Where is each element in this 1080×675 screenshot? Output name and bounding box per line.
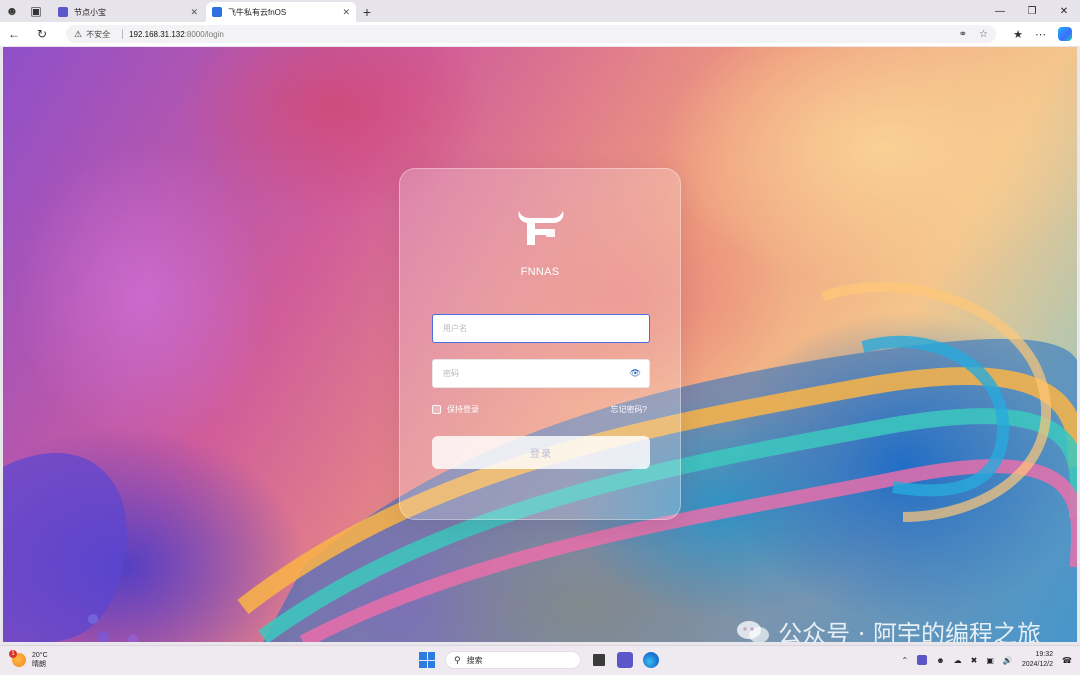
warning-icon: ⚠ — [74, 28, 83, 39]
password-input[interactable] — [441, 368, 626, 379]
browser-address-bar: ← ↻ ⚠ 不安全 192.168.31.132 :8000/login ⚭ ☆… — [0, 22, 1080, 46]
network-icon[interactable]: ▣ — [986, 656, 994, 665]
weather-desc: 晴朗 — [32, 661, 46, 668]
watermark: 公众号 · 阿宇的编程之旅 — [736, 614, 1041, 642]
login-button[interactable]: 登录 — [432, 436, 650, 469]
notification-bell-icon[interactable]: ☎ — [1062, 656, 1072, 665]
fnos-favicon-icon — [212, 7, 222, 17]
login-page-background: FNNAS 👁 保持登录 忘记密码? 登录 公众号 · 阿宇的编程之旅 — [3, 47, 1077, 642]
weather-badge: 1 — [9, 650, 17, 658]
forgot-password-link[interactable]: 忘记密码? — [611, 404, 647, 415]
close-tab-icon[interactable]: ✕ — [190, 7, 198, 18]
windows-taskbar: 1 20°C 晴朗 ⚲ 搜索 ⌃ ☻ ☁ ✖ ▣ 🔊 19:32 2024/12… — [0, 645, 1080, 675]
remember-checkbox[interactable] — [432, 405, 441, 414]
url-divider — [122, 29, 124, 39]
edge-browser-icon[interactable] — [643, 652, 659, 668]
url-path: :8000/login — [184, 29, 224, 39]
weather-temp: 20°C — [32, 652, 48, 659]
refresh-button[interactable]: ↻ — [28, 22, 56, 46]
watermark-text: 公众号 · 阿宇的编程之旅 — [778, 620, 1041, 642]
copilot-icon[interactable] — [1058, 27, 1072, 41]
sun-icon: 1 — [9, 650, 26, 667]
translate-icon[interactable]: ⚭ — [959, 29, 967, 40]
clock-date: 2024/12/2 — [1021, 661, 1054, 668]
tab-title: 飞牛私有云fnOS — [228, 7, 287, 17]
security-label[interactable]: 不安全 — [86, 29, 110, 40]
weather-widget[interactable]: 1 20°C 晴朗 — [9, 650, 48, 669]
maximize-button[interactable]: ❐ — [1016, 0, 1048, 22]
volume-icon[interactable]: 🔊 — [1003, 656, 1013, 665]
fnnas-logo-icon — [518, 211, 564, 245]
favorites-icon[interactable]: ★ — [1013, 28, 1023, 41]
clock[interactable]: 19:32 2024/12/2 — [1022, 650, 1053, 670]
tab-jiedian[interactable]: 节点小宝 ✕ — [52, 2, 204, 22]
more-menu-icon[interactable]: ⋯ — [1035, 28, 1046, 41]
username-input[interactable] — [441, 323, 641, 334]
tab-actions-icon[interactable]: ▣ — [24, 0, 48, 22]
jiedian-app-icon[interactable] — [617, 652, 633, 668]
file-explorer-icon[interactable] — [591, 652, 607, 668]
cat-tray-icon[interactable]: ☻ — [936, 656, 944, 665]
brand-name: FNNAS — [520, 266, 560, 278]
close-window-button[interactable]: ✕ — [1048, 0, 1080, 22]
cloud-sync-icon[interactable]: ☁ — [954, 656, 962, 665]
taskbar-search-label: 搜索 — [466, 655, 483, 665]
jiedian-favicon-icon — [58, 7, 68, 17]
remember-label: 保持登录 — [447, 405, 479, 414]
new-tab-button[interactable]: + — [356, 2, 378, 22]
search-icon: ⚲ — [454, 654, 461, 665]
window-controls: — ❐ ✕ — [984, 0, 1080, 22]
taskbar-center: ⚲ 搜索 — [419, 651, 659, 669]
minimize-button[interactable]: — — [984, 0, 1016, 22]
password-field[interactable]: 👁 — [432, 359, 650, 388]
remember-login[interactable]: 保持登录 — [432, 404, 479, 415]
url-host: 192.168.31.132 — [129, 29, 185, 39]
taskbar-search[interactable]: ⚲ 搜索 — [445, 651, 581, 669]
clock-time: 19:32 — [1035, 651, 1054, 658]
login-card: FNNAS 👁 保持登录 忘记密码? 登录 — [399, 168, 681, 520]
browser-tab-bar: ☻ ▣ 节点小宝 ✕ 飞牛私有云fnOS ✕ + — ❐ ✕ — [0, 0, 1080, 22]
back-button[interactable]: ← — [0, 22, 28, 46]
toggle-password-visibility-icon[interactable]: 👁 — [630, 368, 641, 380]
tab-title: 节点小宝 — [74, 7, 106, 17]
wechat-icon — [737, 620, 770, 642]
url-field[interactable]: ⚠ 不安全 192.168.31.132 :8000/login ⚭ ☆ — [66, 25, 996, 43]
close-tab-icon[interactable]: ✕ — [342, 7, 350, 18]
profile-icon[interactable]: ☻ — [0, 0, 24, 22]
username-field[interactable] — [432, 314, 650, 343]
close-circle-tray-icon[interactable]: ✖ — [971, 656, 978, 665]
tab-fnos[interactable]: 飞牛私有云fnOS ✕ — [206, 2, 356, 22]
system-tray: ⌃ ☻ ☁ ✖ ▣ 🔊 19:32 2024/12/2 ☎ — [902, 650, 1072, 670]
favorite-star-icon[interactable]: ☆ — [979, 29, 988, 40]
jiedian-tray-icon[interactable] — [917, 655, 928, 665]
windows-start-icon[interactable] — [419, 652, 435, 668]
show-hidden-icons-icon[interactable]: ⌃ — [902, 656, 909, 665]
